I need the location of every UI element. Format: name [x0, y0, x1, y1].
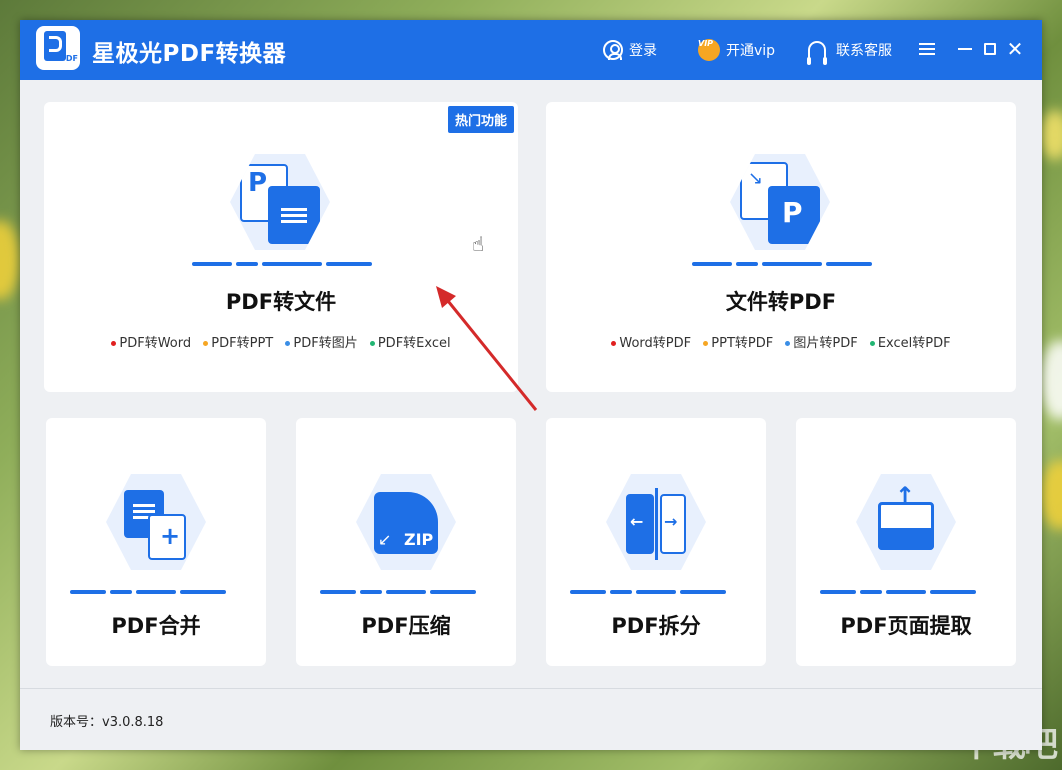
close-button[interactable]: ✕ — [1004, 38, 1026, 60]
decor-bars — [692, 262, 872, 266]
card-title: PDF页面提取 — [840, 614, 972, 638]
contact-service-button[interactable]: 联系客服 — [807, 37, 892, 65]
card-pdf-merge[interactable]: + PDF合并 — [46, 418, 266, 666]
minimize-icon — [958, 48, 972, 50]
feature-item: PDF转图片 — [285, 336, 358, 351]
split-icon: ← → — [606, 474, 706, 570]
file-to-pdf-icon: ↘ P — [730, 154, 830, 250]
feature-item: PDF转PPT — [203, 336, 273, 351]
extract-icon: ↑ — [856, 474, 956, 570]
card-title: PDF压缩 — [361, 614, 451, 638]
decor-bars — [820, 590, 976, 594]
card-title: PDF转文件 — [225, 290, 337, 314]
maximize-button[interactable] — [979, 38, 1001, 60]
footer: 版本号：v3.0.8.18 — [20, 688, 1042, 750]
feature-item: PDF转Word — [111, 336, 191, 351]
cursor-hand-icon: ☝ — [472, 232, 485, 256]
merge-icon: + — [106, 474, 206, 570]
titlebar: PDF 星极光PDF转换器 登录 VIP 开通vip 联系客服 ✕ — [20, 20, 1042, 80]
app-window: PDF 星极光PDF转换器 登录 VIP 开通vip 联系客服 ✕ 热门功能 P — [20, 20, 1042, 750]
card-pdf-to-file[interactable]: 热门功能 P PDF转文件 PDF转Word PDF转PPT PDF转图片 PD… — [44, 102, 518, 392]
menu-icon — [919, 43, 935, 55]
hot-badge: 热门功能 — [447, 106, 514, 133]
card-title: PDF合并 — [111, 614, 201, 638]
card-pdf-compress[interactable]: ZIP ↙ PDF压缩 — [296, 418, 516, 666]
feature-list: Word转PDF PPT转PDF 图片转PDF Excel转PDF — [546, 332, 1016, 351]
card-title: 文件转PDF — [725, 290, 837, 314]
app-logo-icon: PDF — [36, 26, 80, 70]
version-label: 版本号：v3.0.8.18 — [50, 715, 164, 730]
card-file-to-pdf[interactable]: ↘ P 文件转PDF Word转PDF PPT转PDF 图片转PDF Excel… — [546, 102, 1016, 392]
menu-button[interactable] — [916, 38, 938, 60]
feature-list: PDF转Word PDF转PPT PDF转图片 PDF转Excel — [44, 332, 518, 351]
decor-bars — [320, 590, 476, 594]
user-icon — [603, 40, 623, 60]
login-button[interactable]: 登录 — [603, 37, 657, 63]
close-icon: ✕ — [1006, 37, 1024, 61]
decor-bars — [192, 262, 372, 266]
zip-text: ZIP — [404, 530, 434, 549]
feature-item: PDF转Excel — [369, 336, 451, 351]
logo-text: PDF — [60, 54, 78, 63]
decor-bars — [70, 590, 226, 594]
app-title: 星极光PDF转换器 — [92, 41, 287, 67]
feature-item: PPT转PDF — [703, 336, 773, 351]
maximize-icon — [984, 43, 996, 55]
card-pdf-split[interactable]: ← → PDF拆分 — [546, 418, 766, 666]
minimize-button[interactable] — [954, 38, 976, 60]
service-label: 联系客服 — [836, 43, 892, 59]
feature-item: Word转PDF — [611, 336, 691, 351]
zip-icon: ZIP ↙ — [356, 474, 456, 570]
vip-button[interactable]: VIP 开通vip — [698, 37, 775, 63]
pdf-to-file-icon: P — [230, 154, 330, 250]
feature-item: 图片转PDF — [785, 336, 858, 351]
decor-bars — [570, 590, 726, 594]
headset-icon — [807, 41, 827, 65]
card-pdf-page-extract[interactable]: ↑ PDF页面提取 — [796, 418, 1016, 666]
feature-item: Excel转PDF — [869, 336, 951, 351]
vip-label: 开通vip — [726, 43, 776, 59]
login-label: 登录 — [629, 43, 657, 59]
card-title: PDF拆分 — [611, 614, 701, 638]
vip-icon: VIP — [698, 39, 720, 61]
